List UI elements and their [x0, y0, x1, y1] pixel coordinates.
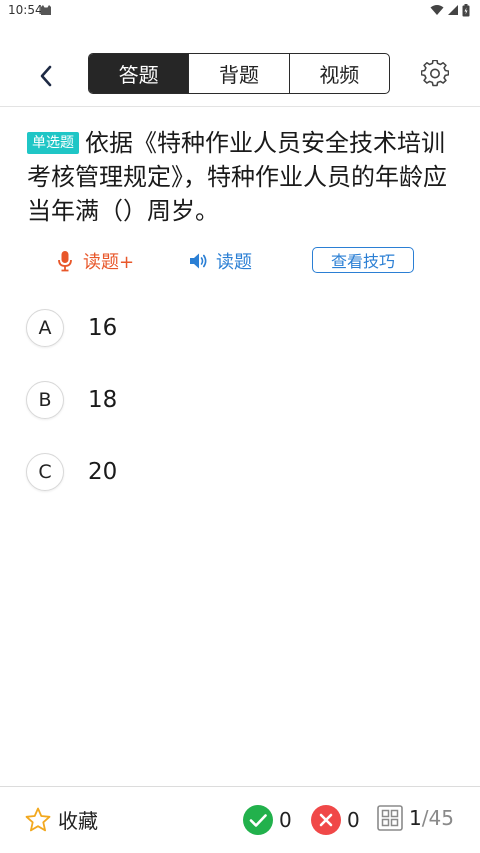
back-button[interactable] [28, 58, 64, 94]
option-b[interactable]: B 18 [26, 379, 456, 421]
option-a[interactable]: A 16 [26, 307, 456, 349]
status-time: 10:54 [8, 3, 43, 17]
wrong-count-value: 0 [347, 808, 360, 832]
option-text: 16 [88, 315, 118, 341]
read-plus-label: 读题+ [83, 252, 135, 273]
read-plus-button[interactable]: 读题+ [55, 248, 134, 274]
header-bar: 答题 背题 视频 [0, 40, 480, 107]
question-tools: 读题+ 读题 查看技巧 [0, 246, 480, 276]
read-aloud-label: 读题 [216, 252, 252, 273]
star-icon [25, 807, 51, 831]
bottom-bar: 收藏 0 0 1/45 [0, 786, 480, 853]
correct-count: 0 [243, 805, 292, 835]
grid-icon [377, 805, 403, 831]
favorite-button[interactable]: 收藏 [24, 805, 98, 834]
settings-button[interactable] [419, 58, 451, 90]
favorite-label: 收藏 [58, 809, 98, 833]
signal-icon [448, 5, 458, 15]
current-question-number: 1 [409, 806, 422, 830]
option-text: 20 [88, 459, 118, 485]
microphone-icon [58, 251, 72, 272]
check-circle-icon [243, 805, 273, 835]
mode-tabs: 答题 背题 视频 [88, 53, 390, 94]
read-aloud-button[interactable]: 读题 [188, 248, 252, 274]
question-text: 依据《特种作业人员安全技术培训考核管理规定》，特种作业人员的年龄应当年满（）周岁… [27, 129, 447, 225]
cross-circle-icon [311, 805, 341, 835]
option-letter: C [26, 453, 64, 491]
app-screen: 10:54 答题 背题 视频 单选题 依据《特种作业人员安全技术培训考核管理规定… [0, 0, 480, 853]
speaker-icon [190, 253, 207, 269]
gear-icon [421, 60, 449, 87]
app-notification-icon [41, 5, 51, 15]
battery-icon [462, 3, 470, 16]
status-icons [430, 3, 470, 16]
question-block: 单选题 依据《特种作业人员安全技术培训考核管理规定》，特种作业人员的年龄应当年满（… [27, 126, 457, 228]
option-letter: B [26, 381, 64, 419]
question-progress-button[interactable]: 1/45 [377, 805, 454, 831]
wrong-count: 0 [311, 805, 360, 835]
option-c[interactable]: C 20 [26, 451, 456, 493]
total-questions: /45 [421, 806, 454, 830]
correct-count-value: 0 [279, 808, 292, 832]
option-letter: A [26, 309, 64, 347]
wifi-icon [430, 5, 444, 15]
tab-video[interactable]: 视频 [288, 54, 389, 93]
question-type-badge: 单选题 [27, 132, 79, 154]
tab-answer[interactable]: 答题 [89, 54, 189, 93]
view-tips-button[interactable]: 查看技巧 [312, 247, 414, 273]
option-text: 18 [88, 387, 118, 413]
tab-memorize[interactable]: 背题 [188, 54, 288, 93]
status-bar: 10:54 [0, 0, 480, 22]
chevron-left-icon [40, 65, 52, 87]
